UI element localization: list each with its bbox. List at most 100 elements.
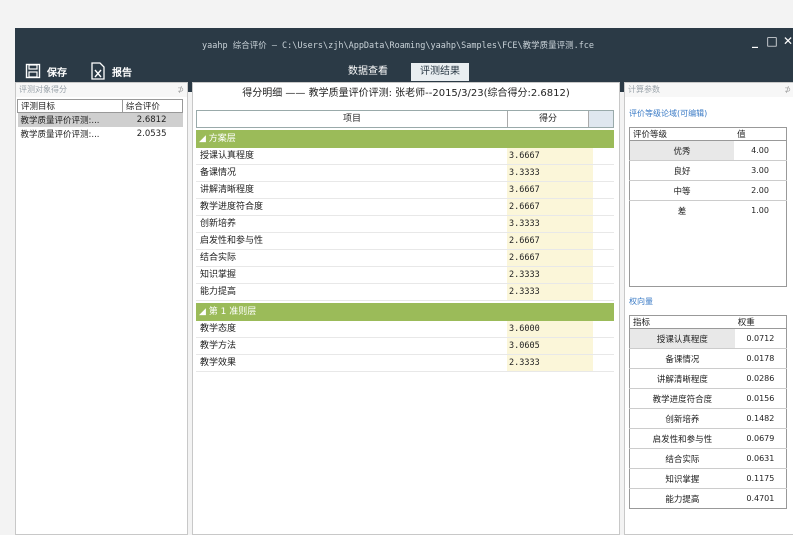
table-row[interactable]: 能力提高 0.4701 <box>629 488 787 509</box>
panel-title: 计算参数 <box>628 85 660 94</box>
column-header-item[interactable]: 项目 <box>197 111 508 127</box>
score-detail-panel: 得分明细 —— 教学质量评价评测: 张老师--2015/3/23(综合得分:2.… <box>192 82 620 535</box>
table-row[interactable]: 结合实际 2.6667 <box>196 250 614 267</box>
report-button[interactable]: 报告 <box>90 61 132 81</box>
minimize-button[interactable]: _ <box>748 34 762 48</box>
score-detail-title: 得分明细 —— 教学质量评价评测: 张老师--2015/3/23(综合得分:2.… <box>242 88 570 99</box>
pin-icon[interactable]: ⊅ <box>177 83 184 97</box>
indicator-weight: 0.0631 <box>734 448 787 469</box>
excel-report-icon <box>91 62 105 80</box>
table-row[interactable]: 教学效果 2.3333 <box>196 355 614 372</box>
grade-value[interactable]: 4.00 <box>734 140 787 161</box>
group-row-scheme[interactable]: ◢ 方案层 <box>196 130 614 148</box>
column-header-score[interactable]: 综合评价 <box>121 99 184 113</box>
column-header-value[interactable]: 值 <box>734 127 787 141</box>
grade-value[interactable]: 2.00 <box>734 180 787 201</box>
item-score: 3.6667 <box>507 148 593 164</box>
item-name: 备课情况 <box>196 165 507 181</box>
panel-header: 评测对象得分 ⊅ <box>16 83 187 97</box>
table-row[interactable]: 讲解清晰程度 3.6667 <box>196 182 614 199</box>
table-row[interactable]: 教学质量评价评测:... 2.0535 <box>18 127 183 141</box>
panel-title: 评测对象得分 <box>19 85 67 94</box>
tab-evaluation-result[interactable]: 评测结果 <box>411 63 469 81</box>
table-row[interactable]: 能力提高 2.3333 <box>196 284 614 301</box>
table-row[interactable]: 优秀 4.00 <box>629 140 787 161</box>
column-header-target[interactable]: 评测目标 <box>17 99 123 113</box>
indicator-weight: 0.0679 <box>734 428 787 449</box>
table-row[interactable]: 启发性和参与性 2.6667 <box>196 233 614 250</box>
grade-value[interactable]: 1.00 <box>734 200 787 220</box>
item-score: 2.6667 <box>507 250 593 266</box>
indicator-name: 结合实际 <box>629 448 735 469</box>
indicator-weight: 0.0156 <box>734 388 787 409</box>
report-label: 报告 <box>112 67 132 79</box>
tab-data-view[interactable]: 数据查看 <box>339 63 397 81</box>
table-row[interactable]: 授课认真程度 0.0712 <box>629 328 787 349</box>
indicator-name: 授课认真程度 <box>629 328 735 349</box>
table-row[interactable]: 结合实际 0.0631 <box>629 448 787 469</box>
pin-icon[interactable]: ⊅ <box>784 83 791 97</box>
indicator-name: 知识掌握 <box>629 468 735 489</box>
top-band <box>0 0 793 28</box>
column-header-grade[interactable]: 评价等级 <box>629 127 735 141</box>
object-score: 2.0535 <box>136 129 167 139</box>
table-row[interactable]: 教学态度 3.6000 <box>196 321 614 338</box>
calculation-params-panel: 计算参数 ⊅ 评价等级论域(可编辑) 评价等级 值 优秀 4.00 良好 3.00 … <box>624 82 793 535</box>
table-row[interactable]: 知识掌握 0.1175 <box>629 468 787 489</box>
grade-section-label: 评价等级论域(可编辑) <box>629 109 708 118</box>
table-row[interactable]: 差 1.00 <box>629 200 787 220</box>
table-row[interactable]: 授课认真程度 3.6667 <box>196 148 614 165</box>
indicator-weight: 0.0712 <box>734 328 787 349</box>
table-row[interactable]: 教学进度符合度 0.0156 <box>629 388 787 409</box>
object-name: 教学质量评价评测:... <box>17 112 123 127</box>
item-score: 2.6667 <box>507 233 593 249</box>
column-header-score[interactable]: 得分 <box>508 111 589 127</box>
save-label: 保存 <box>47 67 67 79</box>
table-row[interactable]: 良好 3.00 <box>629 160 787 181</box>
grade-name: 中等 <box>629 180 735 201</box>
grid-header: 项目 得分 <box>196 110 614 128</box>
item-name: 能力提高 <box>196 284 507 300</box>
close-button[interactable]: ✕ <box>781 34 793 48</box>
evaluation-objects-panel: 评测对象得分 ⊅ 评测目标 综合评价 教学质量评价评测:... 2.6812 教… <box>15 82 188 535</box>
table-row[interactable]: 备课情况 0.0178 <box>629 348 787 369</box>
item-score: 2.3333 <box>507 284 593 300</box>
item-name: 讲解清晰程度 <box>196 182 507 198</box>
grade-table: 评价等级 值 优秀 4.00 良好 3.00 中等 2.00 差 1.00 <box>629 127 787 287</box>
grade-value[interactable]: 3.00 <box>734 160 787 181</box>
table-row[interactable]: 讲解清晰程度 0.0286 <box>629 368 787 389</box>
score-grid: 项目 得分 ◢ 方案层 授课认真程度 3.6667 备课情况 3.3333 讲解清晰… <box>196 110 614 372</box>
item-score: 3.6667 <box>507 182 593 198</box>
item-name: 结合实际 <box>196 250 507 266</box>
table-row[interactable]: 教学质量评价评测:... 2.6812 <box>17 112 183 127</box>
grade-name: 优秀 <box>629 140 735 161</box>
item-name: 教学态度 <box>196 321 507 337</box>
grade-name: 良好 <box>629 160 735 181</box>
weight-table: 指标 权重 授课认真程度 0.0712 备课情况 0.0178 讲解清晰程度 0.02… <box>629 315 787 509</box>
save-button[interactable]: 保存 <box>25 61 67 81</box>
table-row[interactable]: 教学方法 3.0605 <box>196 338 614 355</box>
indicator-name: 教学进度符合度 <box>629 388 735 409</box>
group-row-criteria[interactable]: ◢ 第 1 准则层 <box>196 303 614 321</box>
item-name: 教学效果 <box>196 355 507 371</box>
maximize-button[interactable]: □ <box>765 34 779 48</box>
table-row[interactable]: 创新培养 3.3333 <box>196 216 614 233</box>
item-score: 3.6000 <box>507 321 593 337</box>
table-row[interactable]: 备课情况 3.3333 <box>196 165 614 182</box>
table-row[interactable]: 中等 2.00 <box>629 180 787 201</box>
column-header-weight[interactable]: 权重 <box>734 315 787 329</box>
table-row[interactable]: 创新培养 0.1482 <box>629 408 787 429</box>
table-row[interactable]: 启发性和参与性 0.0679 <box>629 428 787 449</box>
weight-section-label: 权向量 <box>629 297 653 306</box>
table-row[interactable]: 教学进度符合度 2.6667 <box>196 199 614 216</box>
column-header-indicator[interactable]: 指标 <box>629 315 735 329</box>
item-score: 3.3333 <box>507 165 593 181</box>
objects-table: 评测目标 综合评价 教学质量评价评测:... 2.6812 教学质量评价评测:.… <box>17 99 184 141</box>
object-name: 教学质量评价评测:... <box>20 130 100 140</box>
item-name: 授课认真程度 <box>196 148 507 164</box>
item-score: 2.3333 <box>507 355 593 371</box>
indicator-weight: 0.4701 <box>734 488 787 509</box>
item-name: 启发性和参与性 <box>196 233 507 249</box>
table-row[interactable]: 知识掌握 2.3333 <box>196 267 614 284</box>
column-header-filler <box>589 111 613 127</box>
